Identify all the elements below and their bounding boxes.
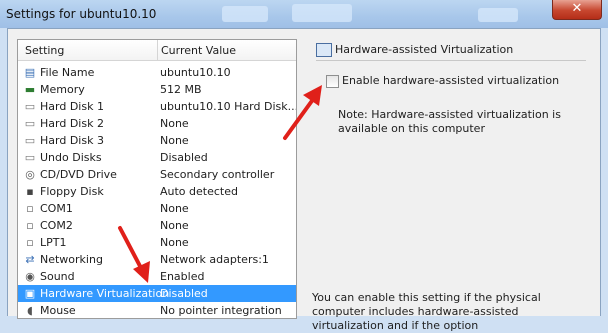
setting-name: Hard Disk 1: [40, 100, 104, 113]
setting-value: None: [160, 117, 189, 130]
list-item[interactable]: ▭ Undo Disks Disabled: [18, 149, 296, 166]
list-item[interactable]: ▣ Hardware Virtualization Disabled: [18, 285, 296, 302]
settings-list[interactable]: Setting Current Value ▤ File Name ubuntu10…: [17, 39, 297, 319]
list-item[interactable]: ▬ Memory 512 MB: [18, 81, 296, 98]
serial-port-icon: ▫: [26, 219, 34, 232]
serial-port-icon: ▫: [26, 202, 34, 215]
list-item[interactable]: ◉ Sound Enabled: [18, 268, 296, 285]
floppy-icon: ▪: [26, 185, 34, 198]
setting-value: Enabled: [160, 270, 205, 283]
list-item[interactable]: ◖ Mouse No pointer integration: [18, 302, 296, 318]
cd-dvd-icon: ◎: [25, 168, 35, 181]
setting-value: Disabled: [160, 151, 208, 164]
detail-heading-text: Hardware-assisted Virtualization: [335, 43, 514, 56]
setting-name: LPT1: [40, 236, 67, 249]
setting-name: Networking: [40, 253, 103, 266]
list-item[interactable]: ▫ COM1 None: [18, 200, 296, 217]
setting-value: None: [160, 236, 189, 249]
network-icon: ⇄: [25, 253, 35, 266]
list-item[interactable]: ◎ CD/DVD Drive Secondary controller: [18, 166, 296, 183]
list-item[interactable]: ▭ Hard Disk 2 None: [18, 115, 296, 132]
virtualization-icon: ▣: [24, 287, 36, 300]
detail-panel: Hardware-assisted Virtualization Enable …: [302, 39, 592, 332]
setting-value: 512 MB: [160, 83, 202, 96]
hard-disk-icon: ▭: [24, 117, 36, 130]
column-separator[interactable]: [157, 40, 158, 60]
close-button[interactable]: ✕: [552, 0, 602, 20]
setting-name: Floppy Disk: [40, 185, 104, 198]
sound-icon: ◉: [25, 270, 35, 283]
setting-name: Undo Disks: [40, 151, 102, 164]
checkbox-label[interactable]: Enable hardware-assisted virtualization: [342, 74, 559, 87]
setting-value: Network adapters:1: [160, 253, 269, 266]
list-item[interactable]: ▭ Hard Disk 1 ubuntu10.10 Hard Disk....: [18, 98, 296, 115]
background-window-blur: [478, 8, 518, 22]
list-item[interactable]: ▫ COM2 None: [18, 217, 296, 234]
list-item[interactable]: ▪ Floppy Disk Auto detected: [18, 183, 296, 200]
hard-disk-icon: ▭: [24, 134, 36, 147]
setting-name: COM2: [40, 219, 73, 232]
setting-name: Hard Disk 2: [40, 117, 104, 130]
background-window-blur: [222, 6, 268, 22]
setting-value: Secondary controller: [160, 168, 275, 181]
setting-name: Mouse: [40, 304, 76, 317]
virtualization-icon: [316, 43, 332, 57]
checkbox-box[interactable]: [326, 75, 339, 88]
list-header: Setting Current Value: [18, 40, 296, 61]
setting-value: None: [160, 134, 189, 147]
heading-divider: [316, 60, 586, 61]
file-icon: ▤: [24, 66, 36, 79]
setting-name: CD/DVD Drive: [40, 168, 117, 181]
list-item[interactable]: ▤ File Name ubuntu10.10: [18, 64, 296, 81]
setting-value: None: [160, 219, 189, 232]
list-item[interactable]: ⇄ Networking Network adapters:1: [18, 251, 296, 268]
column-header-current-value[interactable]: Current Value: [161, 44, 236, 57]
availability-note: Note: Hardware-assisted virtualization i…: [338, 108, 561, 135]
mouse-icon: ◖: [27, 304, 33, 317]
dialog-client-area: Setting Current Value ▤ File Name ubuntu10…: [7, 28, 601, 332]
parallel-port-icon: ▫: [26, 236, 34, 249]
background-window-blur: [292, 4, 352, 22]
setting-value: No pointer integration: [160, 304, 282, 317]
setting-name: Hard Disk 3: [40, 134, 104, 147]
setting-name: Sound: [40, 270, 75, 283]
setting-name: File Name: [40, 66, 95, 79]
hard-disk-icon: ▭: [24, 100, 36, 113]
setting-name: Hardware Virtualization: [40, 287, 170, 300]
settings-rows: ▤ File Name ubuntu10.10 ▬ Memory 512 MB ▭ Hard …: [18, 64, 296, 318]
setting-value: None: [160, 202, 189, 215]
column-header-setting[interactable]: Setting: [25, 44, 64, 57]
setting-value: ubuntu10.10: [160, 66, 231, 79]
setting-value: Auto detected: [160, 185, 238, 198]
setting-name: Memory: [40, 83, 85, 96]
window-title: Settings for ubuntu10.10: [6, 7, 157, 21]
memory-icon: ▬: [24, 83, 36, 96]
list-item[interactable]: ▫ LPT1 None: [18, 234, 296, 251]
title-bar[interactable]: Settings for ubuntu10.10 ✕: [0, 0, 608, 28]
help-text: You can enable this setting if the physi…: [312, 291, 541, 332]
setting-value: Disabled: [160, 287, 208, 300]
list-item[interactable]: ▭ Hard Disk 3 None: [18, 132, 296, 149]
undo-disk-icon: ▭: [24, 151, 36, 164]
setting-value: ubuntu10.10 Hard Disk....: [160, 100, 296, 113]
setting-name: COM1: [40, 202, 73, 215]
